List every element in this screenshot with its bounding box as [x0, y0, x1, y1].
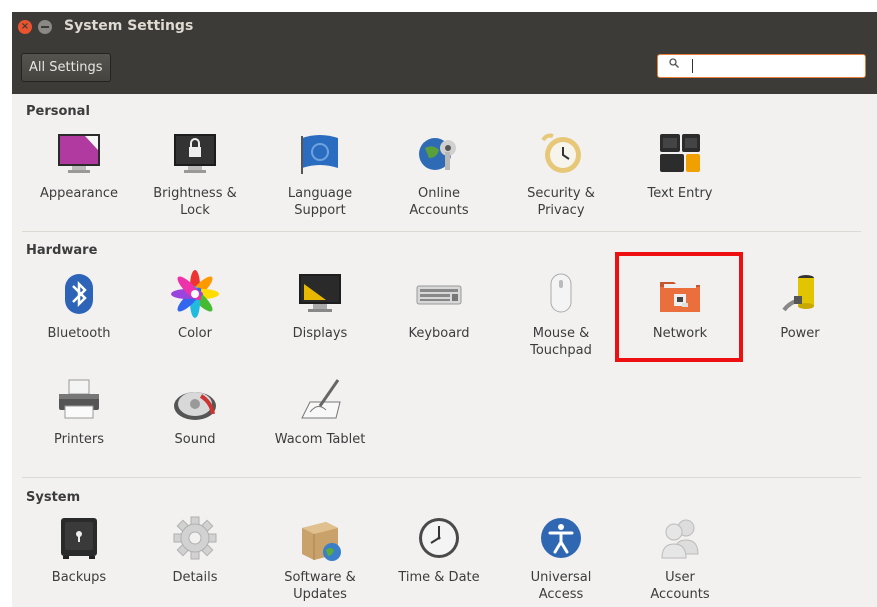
backups-safe-icon: [55, 514, 103, 562]
mouse-icon: [537, 270, 585, 318]
wacom-tablet-item[interactable]: Wacom Tablet: [265, 376, 375, 448]
brightness-lock-label: Brightness &: [153, 186, 237, 201]
sound-speaker-icon: [171, 376, 219, 424]
settings-panel: Personal Appearance Brightness & Lock Lan…: [12, 94, 877, 607]
security-privacy-item[interactable]: Security & Privacy: [506, 130, 616, 219]
details-gear-icon: [171, 514, 219, 562]
user-accounts-label: User: [665, 570, 695, 585]
mouse-touchpad-label: Mouse &: [532, 326, 590, 341]
toolbar: All Settings: [12, 42, 877, 94]
brightness-lock-label-2: Lock: [180, 203, 210, 218]
language-support-label: Language: [287, 186, 353, 201]
appearance-icon: [55, 130, 103, 178]
text-entry-icon: [656, 130, 704, 178]
close-icon: ×: [20, 21, 30, 32]
wacom-tablet-label: Wacom Tablet: [274, 432, 366, 447]
software-updates-label-2: Updates: [293, 587, 347, 602]
search-input[interactable]: [657, 54, 866, 78]
text-cursor: [692, 59, 693, 73]
section-title-system: System: [26, 490, 81, 505]
search-icon: [669, 58, 679, 68]
printers-label: Printers: [53, 432, 105, 447]
color-item[interactable]: Color: [140, 270, 250, 342]
section-divider: [22, 231, 861, 232]
printers-item[interactable]: Printers: [24, 376, 134, 448]
network-highlight-box: [615, 252, 743, 362]
mouse-touchpad-label-2: Touchpad: [530, 343, 592, 358]
user-accounts-item[interactable]: User Accounts: [625, 514, 735, 603]
security-privacy-icon: [537, 130, 585, 178]
section-title-personal: Personal: [26, 104, 90, 119]
universal-access-icon: [537, 514, 585, 562]
text-entry-label: Text Entry: [647, 186, 713, 201]
backups-label: Backups: [51, 570, 107, 585]
wacom-tablet-icon: [296, 376, 344, 424]
minimize-icon: [41, 26, 49, 28]
bluetooth-label: Bluetooth: [47, 326, 111, 341]
title-bar: × System Settings: [12, 12, 877, 42]
bluetooth-icon: [55, 270, 103, 318]
appearance-label: Appearance: [39, 186, 119, 201]
online-accounts-icon: [415, 130, 463, 178]
color-label: Color: [178, 326, 212, 341]
close-window-button[interactable]: ×: [18, 20, 32, 34]
section-title-hardware: Hardware: [26, 243, 98, 258]
time-date-item[interactable]: Time & Date: [384, 514, 494, 586]
text-entry-item[interactable]: Text Entry: [625, 130, 735, 202]
time-date-label: Time & Date: [398, 570, 480, 585]
displays-icon: [296, 270, 344, 318]
keyboard-label: Keyboard: [408, 326, 470, 341]
appearance-item[interactable]: Appearance: [24, 130, 134, 202]
all-settings-button[interactable]: All Settings: [21, 53, 111, 82]
details-label: Details: [172, 570, 218, 585]
displays-label: Displays: [292, 326, 348, 341]
online-accounts-item[interactable]: Online Accounts: [384, 130, 494, 219]
brightness-lock-icon: [171, 130, 219, 178]
language-flag-icon: [296, 130, 344, 178]
software-updates-icon: [296, 514, 344, 562]
window-title: System Settings: [64, 18, 194, 34]
power-item[interactable]: Power: [745, 270, 855, 342]
user-accounts-icon: [656, 514, 704, 562]
backups-item[interactable]: Backups: [24, 514, 134, 586]
displays-item[interactable]: Displays: [265, 270, 375, 342]
universal-access-item[interactable]: Universal Access: [506, 514, 616, 603]
power-label: Power: [780, 326, 820, 341]
security-privacy-label: Security &: [527, 186, 595, 201]
section-divider: [22, 477, 861, 478]
user-accounts-label-2: Accounts: [650, 587, 710, 602]
minimize-window-button[interactable]: [38, 20, 52, 34]
sound-item[interactable]: Sound: [140, 376, 250, 448]
brightness-lock-item[interactable]: Brightness & Lock: [140, 130, 250, 219]
details-item[interactable]: Details: [140, 514, 250, 586]
clock-icon: [415, 514, 463, 562]
sound-label: Sound: [174, 432, 216, 447]
bluetooth-item[interactable]: Bluetooth: [24, 270, 134, 342]
keyboard-icon: [415, 270, 463, 318]
color-icon: [171, 270, 219, 318]
software-updates-item[interactable]: Software & Updates: [265, 514, 375, 603]
universal-access-label-2: Access: [538, 587, 584, 602]
keyboard-item[interactable]: Keyboard: [384, 270, 494, 342]
power-battery-icon: [776, 270, 824, 318]
language-support-label-2: Support: [294, 203, 346, 218]
online-accounts-label-2: Accounts: [409, 203, 469, 218]
printer-icon: [55, 376, 103, 424]
language-support-item[interactable]: Language Support: [265, 130, 375, 219]
system-settings-window: × System Settings All Settings Personal …: [12, 12, 877, 607]
universal-access-label: Universal: [530, 570, 592, 585]
security-privacy-label-2: Privacy: [537, 203, 585, 218]
software-updates-label: Software &: [284, 570, 356, 585]
mouse-touchpad-item[interactable]: Mouse & Touchpad: [506, 270, 616, 359]
online-accounts-label: Online: [418, 186, 460, 201]
